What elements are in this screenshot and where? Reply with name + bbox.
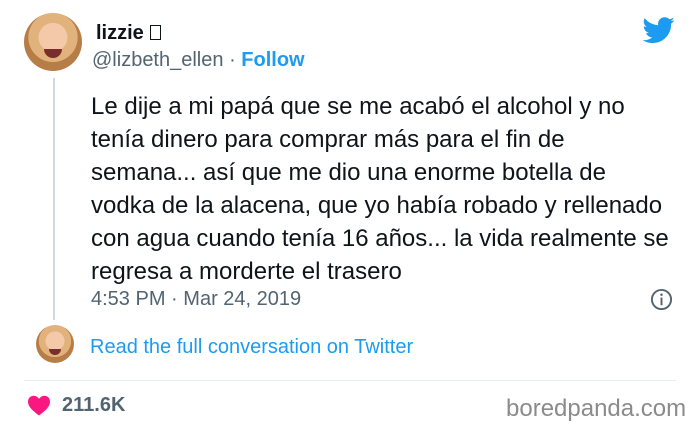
separator-dot: · <box>229 49 236 71</box>
twitter-bird-icon[interactable] <box>640 14 678 46</box>
divider <box>24 380 676 381</box>
emoji-glyph <box>150 25 161 40</box>
reply-avatar[interactable] <box>36 325 74 363</box>
info-icon[interactable] <box>650 288 673 311</box>
tweet-timestamp[interactable]: 4:53 PM · Mar 24, 2019 <box>91 288 301 311</box>
thread-line <box>53 78 55 320</box>
read-conversation-link[interactable]: Read the full conversation on Twitter <box>90 336 413 359</box>
heart-icon[interactable] <box>27 394 51 416</box>
author-name[interactable]: lizzie <box>96 22 144 45</box>
like-count: 211.6K <box>62 394 126 416</box>
follow-button[interactable]: Follow <box>241 49 304 71</box>
author-handle[interactable]: @lizbeth_ellen <box>92 49 224 71</box>
tweet-text: Le dije a mi papá que se me acabó el alc… <box>91 93 669 285</box>
author-handle-row: @lizbeth_ellen · Follow <box>92 49 305 72</box>
author-avatar[interactable] <box>24 13 82 71</box>
separator-dot: · <box>171 288 178 310</box>
tweet-time: 4:53 PM <box>91 288 166 310</box>
tweet-date: Mar 24, 2019 <box>183 288 302 310</box>
watermark: boredpanda.com <box>506 395 687 422</box>
